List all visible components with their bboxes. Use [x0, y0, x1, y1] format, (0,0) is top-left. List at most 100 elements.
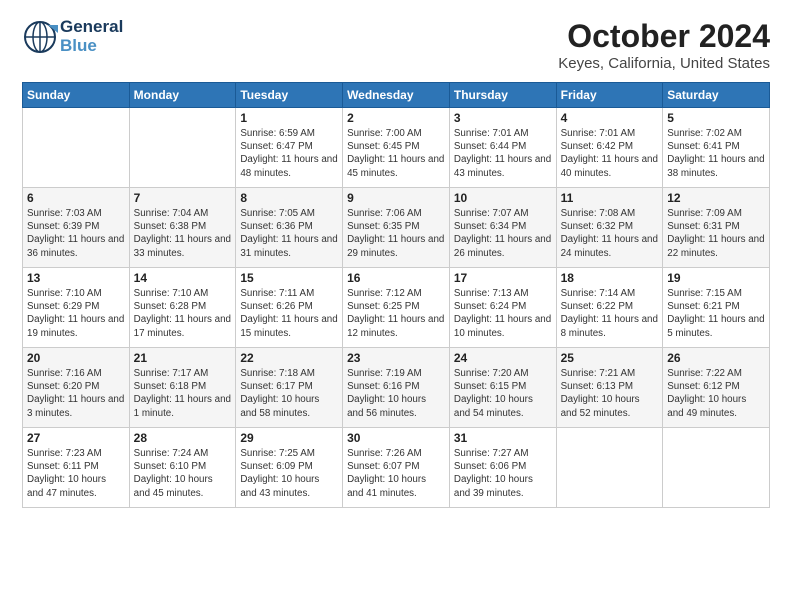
day-info: Sunrise: 6:59 AMSunset: 6:47 PMDaylight:…	[240, 127, 338, 180]
calendar-cell: 1 Sunrise: 6:59 AMSunset: 6:47 PMDaylight…	[236, 108, 343, 188]
calendar-cell: 18 Sunrise: 7:14 AMSunset: 6:22 PMDayligh…	[556, 268, 663, 348]
day-number: 30	[347, 431, 445, 445]
calendar-table: Sunday Monday Tuesday Wednesday Thursday…	[22, 82, 770, 508]
calendar-cell: 16Sunrise: 7:12 AMSunset: 6:25 PMDayligh…	[343, 268, 450, 348]
calendar-cell: 3 Sunrise: 7:01 AMSunset: 6:44 PMDaylight…	[449, 108, 556, 188]
calendar-cell: 9Sunrise: 7:06 AMSunset: 6:35 PMDaylight…	[343, 188, 450, 268]
header: General Blue October 2024 Keyes, Califor…	[22, 18, 770, 72]
day-number: 22	[240, 351, 338, 365]
col-saturday: Saturday	[663, 83, 770, 108]
calendar-body: 1 Sunrise: 6:59 AMSunset: 6:47 PMDaylight…	[23, 108, 770, 508]
day-number: 23	[347, 351, 445, 365]
day-info: Sunrise: 7:10 AMSunset: 6:29 PMDaylight:…	[27, 287, 125, 340]
day-number: 13	[27, 271, 125, 285]
calendar-cell: 2 Sunrise: 7:00 AMSunset: 6:45 PMDaylight…	[343, 108, 450, 188]
day-info: Sunrise: 7:05 AMSunset: 6:36 PMDaylight:…	[240, 207, 338, 260]
calendar-cell	[663, 428, 770, 508]
day-info: Sunrise: 7:27 AMSunset: 6:06 PMDaylight:…	[454, 447, 552, 500]
calendar-cell: 17 Sunrise: 7:13 AMSunset: 6:24 PMDayligh…	[449, 268, 556, 348]
calendar-cell: 19 Sunrise: 7:15 AMSunset: 6:21 PMDayligh…	[663, 268, 770, 348]
day-info: Sunrise: 7:18 AMSunset: 6:17 PMDaylight:…	[240, 367, 338, 420]
day-info: Sunrise: 7:26 AMSunset: 6:07 PMDaylight:…	[347, 447, 445, 500]
day-number: 11	[561, 191, 659, 205]
calendar-cell: 28 Sunrise: 7:24 AMSunset: 6:10 PMDayligh…	[129, 428, 236, 508]
day-number: 18	[561, 271, 659, 285]
day-number: 17	[454, 271, 552, 285]
day-number: 15	[240, 271, 338, 285]
calendar-week-5: 27 Sunrise: 7:23 AMSunset: 6:11 PMDayligh…	[23, 428, 770, 508]
day-info: Sunrise: 7:03 AMSunset: 6:39 PMDaylight:…	[27, 207, 125, 260]
calendar-cell: 6Sunrise: 7:03 AMSunset: 6:39 PMDaylight…	[23, 188, 130, 268]
day-number: 3	[454, 111, 552, 125]
day-number: 1	[240, 111, 338, 125]
calendar-cell: 10Sunrise: 7:07 AMSunset: 6:34 PMDayligh…	[449, 188, 556, 268]
day-number: 24	[454, 351, 552, 365]
day-number: 25	[561, 351, 659, 365]
calendar-cell: 21 Sunrise: 7:17 AMSunset: 6:18 PMDayligh…	[129, 348, 236, 428]
day-info: Sunrise: 7:20 AMSunset: 6:15 PMDaylight:…	[454, 367, 552, 420]
day-number: 16	[347, 271, 445, 285]
calendar-header-row: Sunday Monday Tuesday Wednesday Thursday…	[23, 83, 770, 108]
day-info: Sunrise: 7:25 AMSunset: 6:09 PMDaylight:…	[240, 447, 338, 500]
calendar-week-2: 6Sunrise: 7:03 AMSunset: 6:39 PMDaylight…	[23, 188, 770, 268]
calendar-cell: 23Sunrise: 7:19 AMSunset: 6:16 PMDayligh…	[343, 348, 450, 428]
day-number: 20	[27, 351, 125, 365]
day-info: Sunrise: 7:13 AMSunset: 6:24 PMDaylight:…	[454, 287, 552, 340]
calendar-cell: 26Sunrise: 7:22 AMSunset: 6:12 PMDayligh…	[663, 348, 770, 428]
day-info: Sunrise: 7:07 AMSunset: 6:34 PMDaylight:…	[454, 207, 552, 260]
calendar-week-1: 1 Sunrise: 6:59 AMSunset: 6:47 PMDaylight…	[23, 108, 770, 188]
day-number: 9	[347, 191, 445, 205]
title-block: October 2024 Keyes, California, United S…	[558, 18, 770, 72]
calendar-cell	[23, 108, 130, 188]
calendar-cell: 20Sunrise: 7:16 AMSunset: 6:20 PMDayligh…	[23, 348, 130, 428]
day-number: 14	[134, 271, 232, 285]
day-number: 19	[667, 271, 765, 285]
calendar-cell: 31 Sunrise: 7:27 AMSunset: 6:06 PMDayligh…	[449, 428, 556, 508]
calendar-cell: 12 Sunrise: 7:09 AMSunset: 6:31 PMDayligh…	[663, 188, 770, 268]
day-info: Sunrise: 7:01 AMSunset: 6:44 PMDaylight:…	[454, 127, 552, 180]
day-number: 29	[240, 431, 338, 445]
day-number: 27	[27, 431, 125, 445]
calendar-cell: 30 Sunrise: 7:26 AMSunset: 6:07 PMDayligh…	[343, 428, 450, 508]
day-number: 7	[134, 191, 232, 205]
day-info: Sunrise: 7:15 AMSunset: 6:21 PMDaylight:…	[667, 287, 765, 340]
day-info: Sunrise: 7:24 AMSunset: 6:10 PMDaylight:…	[134, 447, 232, 500]
day-info: Sunrise: 7:02 AMSunset: 6:41 PMDaylight:…	[667, 127, 765, 180]
day-number: 12	[667, 191, 765, 205]
day-info: Sunrise: 7:14 AMSunset: 6:22 PMDaylight:…	[561, 287, 659, 340]
day-number: 26	[667, 351, 765, 365]
calendar-cell: 4Sunrise: 7:01 AMSunset: 6:42 PMDaylight…	[556, 108, 663, 188]
col-tuesday: Tuesday	[236, 83, 343, 108]
day-number: 8	[240, 191, 338, 205]
calendar-week-3: 13 Sunrise: 7:10 AMSunset: 6:29 PMDayligh…	[23, 268, 770, 348]
day-info: Sunrise: 7:00 AMSunset: 6:45 PMDaylight:…	[347, 127, 445, 180]
day-info: Sunrise: 7:09 AMSunset: 6:31 PMDaylight:…	[667, 207, 765, 260]
col-thursday: Thursday	[449, 83, 556, 108]
calendar-cell: 13 Sunrise: 7:10 AMSunset: 6:29 PMDayligh…	[23, 268, 130, 348]
day-number: 2	[347, 111, 445, 125]
calendar-cell: 24 Sunrise: 7:20 AMSunset: 6:15 PMDayligh…	[449, 348, 556, 428]
day-info: Sunrise: 7:04 AMSunset: 6:38 PMDaylight:…	[134, 207, 232, 260]
col-monday: Monday	[129, 83, 236, 108]
calendar-cell: 11 Sunrise: 7:08 AMSunset: 6:32 PMDayligh…	[556, 188, 663, 268]
calendar-cell: 22 Sunrise: 7:18 AMSunset: 6:17 PMDayligh…	[236, 348, 343, 428]
calendar-cell	[129, 108, 236, 188]
calendar-cell: 14 Sunrise: 7:10 AMSunset: 6:28 PMDayligh…	[129, 268, 236, 348]
calendar-cell: 15Sunrise: 7:11 AMSunset: 6:26 PMDayligh…	[236, 268, 343, 348]
day-number: 21	[134, 351, 232, 365]
logo: General Blue	[22, 18, 123, 55]
calendar-cell: 8 Sunrise: 7:05 AMSunset: 6:36 PMDaylight…	[236, 188, 343, 268]
col-friday: Friday	[556, 83, 663, 108]
day-number: 28	[134, 431, 232, 445]
calendar-cell: 7 Sunrise: 7:04 AMSunset: 6:38 PMDaylight…	[129, 188, 236, 268]
day-number: 31	[454, 431, 552, 445]
logo-blue-text: Blue	[60, 37, 123, 56]
day-info: Sunrise: 7:08 AMSunset: 6:32 PMDaylight:…	[561, 207, 659, 260]
calendar-cell: 27 Sunrise: 7:23 AMSunset: 6:11 PMDayligh…	[23, 428, 130, 508]
col-sunday: Sunday	[23, 83, 130, 108]
day-info: Sunrise: 7:17 AMSunset: 6:18 PMDaylight:…	[134, 367, 232, 420]
day-info: Sunrise: 7:10 AMSunset: 6:28 PMDaylight:…	[134, 287, 232, 340]
day-info: Sunrise: 7:23 AMSunset: 6:11 PMDaylight:…	[27, 447, 125, 500]
calendar-week-4: 20Sunrise: 7:16 AMSunset: 6:20 PMDayligh…	[23, 348, 770, 428]
col-wednesday: Wednesday	[343, 83, 450, 108]
